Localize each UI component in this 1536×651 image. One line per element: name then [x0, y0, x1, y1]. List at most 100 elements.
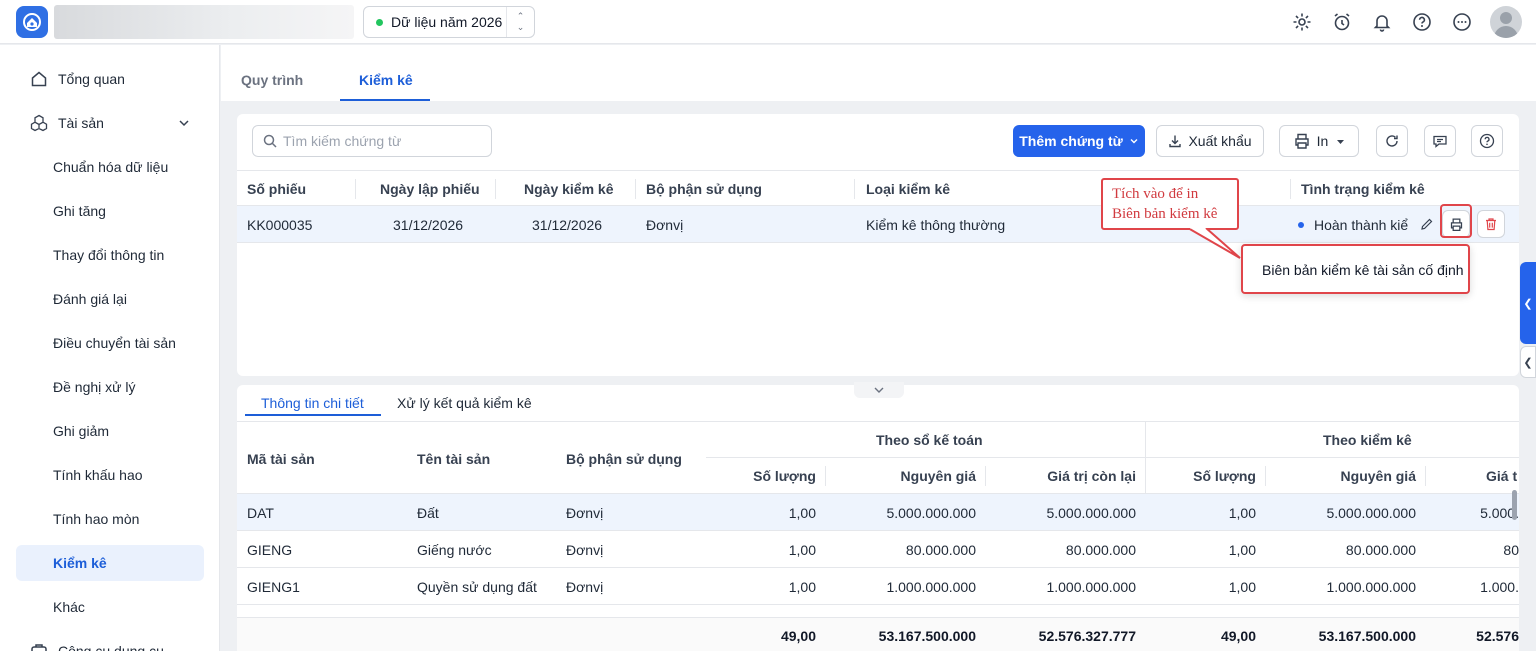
print-button-highlight [1440, 204, 1472, 238]
cell-department: Đơnvị [566, 505, 604, 521]
tab-inventory-result[interactable]: Xử lý kết quả kiểm kê [397, 395, 532, 411]
assets-icon [30, 114, 48, 132]
sidebar-item-inventory[interactable]: Kiểm kê [16, 545, 204, 581]
sidebar-item-change-info[interactable]: Thay đổi thông tin [16, 237, 204, 273]
col-department[interactable]: Bộ phận sử dụng [566, 451, 682, 467]
sidebar-item-other[interactable]: Khác [16, 589, 204, 625]
edit-icon[interactable] [1413, 210, 1441, 238]
table-row[interactable]: GIENG1 Quyền sử dụng đất Đơnvị 1,00 1.00… [237, 568, 1519, 605]
app-logo[interactable] [16, 6, 48, 38]
sidebar-item-normalize-data[interactable]: Chuẩn hóa dữ liệu [16, 149, 204, 185]
feedback-button[interactable] [1424, 125, 1456, 157]
side-panel-toggle[interactable]: ❮ [1520, 262, 1536, 344]
column-divider [355, 179, 356, 199]
sidebar-item-label: Đề nghị xử lý [53, 379, 136, 395]
sidebar-item-label: Tổng quan [58, 71, 125, 87]
vertical-scrollbar[interactable] [1512, 490, 1517, 520]
cell-asset-code: GIENG1 [247, 579, 300, 595]
col-status[interactable]: Tình trạng kiểm kê [1301, 181, 1425, 197]
voucher-table-header: Số phiếu Ngày lập phiếu Ngày kiểm kê Bộ … [237, 170, 1519, 206]
cell-inventory-type: Kiểm kê thông thường [866, 217, 1006, 233]
col-inventory-type[interactable]: Loại kiểm kê [866, 181, 950, 197]
table-row[interactable]: DAT Đất Đơnvị 1,00 5.000.000.000 5.000.0… [237, 494, 1519, 531]
tab-detail-info[interactable]: Thông tin chi tiết [261, 395, 364, 411]
chevron-up-icon[interactable]: ⌃ [517, 11, 525, 22]
more-icon[interactable] [1450, 10, 1474, 34]
col-qty-book[interactable]: Số lượng [706, 468, 816, 484]
delete-button[interactable] [1477, 210, 1505, 238]
cell-qty-book: 1,00 [788, 542, 816, 558]
sidebar-item-decrease[interactable]: Ghi giảm [16, 413, 204, 449]
cell-qty-book: 1,00 [788, 579, 816, 595]
sidebar-item-label: Kiểm kê [53, 555, 107, 571]
sidebar-item-revaluation[interactable]: Đánh giá lại [16, 281, 204, 317]
alarm-icon[interactable] [1330, 10, 1354, 34]
sidebar-item-depreciation[interactable]: Tính khấu hao [16, 457, 204, 493]
top-bar: Dữ liệu năm 2026 ⌃ ⌄ [0, 0, 1536, 44]
chevron-down-icon [874, 387, 884, 393]
year-spinner[interactable]: ⌃ ⌄ [506, 7, 534, 37]
col-asset-name[interactable]: Tên tài sản [417, 451, 490, 467]
panel-collapse-handle[interactable] [854, 382, 904, 398]
sidebar-item-label: Khác [53, 599, 85, 615]
export-button[interactable]: Xuất khẩu [1156, 125, 1264, 157]
chevron-down-icon[interactable]: ⌄ [517, 22, 525, 33]
tab-inventory[interactable]: Kiểm kê [359, 72, 413, 88]
table-row[interactable]: GIENG Giếng nước Đơnvị 1,00 80.000.000 8… [237, 531, 1519, 568]
cell-department: Đơnvị [566, 579, 604, 595]
column-divider [635, 179, 636, 199]
table-row[interactable]: KK000035 31/12/2026 31/12/2026 Đơnvị Kiể… [237, 206, 1519, 243]
cell-asset-code: GIENG [247, 542, 293, 558]
side-panel-collapse[interactable]: ❮ [1520, 346, 1536, 378]
col-cost-book[interactable]: Nguyên giá [826, 468, 976, 484]
total-cost-book: 53.167.500.000 [878, 628, 976, 644]
year-select[interactable]: Dữ liệu năm 2026 ⌃ ⌄ [363, 6, 535, 38]
col-cost-count[interactable]: Nguyên giá [1266, 468, 1416, 484]
help-button[interactable] [1471, 125, 1503, 157]
bell-icon[interactable] [1370, 10, 1394, 34]
tools-icon [30, 642, 48, 651]
column-divider [985, 466, 986, 486]
col-remaining-book[interactable]: Giá trị còn lại [986, 468, 1136, 484]
cell-inventory-date: 31/12/2026 [532, 217, 603, 233]
avatar[interactable] [1490, 6, 1522, 38]
add-voucher-button[interactable]: Thêm chứng từ [1013, 125, 1145, 157]
col-qty-count[interactable]: Số lượng [1146, 468, 1256, 484]
sidebar-item-increase[interactable]: Ghi tăng [16, 193, 204, 229]
cell-cost-count: 1.000.000.000 [1326, 579, 1416, 595]
help-icon[interactable] [1410, 10, 1434, 34]
column-divider [495, 179, 496, 199]
chevron-down-icon [1129, 136, 1139, 146]
menu-item-fixed-asset-inventory-report[interactable]: Biên bản kiểm kê tài sản cố định [1262, 262, 1464, 278]
col-created-date[interactable]: Ngày lập phiếu [380, 181, 480, 197]
gear-icon[interactable] [1290, 10, 1314, 34]
col-asset-code[interactable]: Mã tài sản [247, 451, 315, 467]
sidebar-item-assets[interactable]: Tài sản [16, 105, 204, 141]
col-department[interactable]: Bộ phận sử dụng [646, 181, 762, 197]
print-button[interactable]: In [1279, 125, 1359, 157]
chevron-down-icon [178, 116, 190, 132]
refresh-icon [1384, 133, 1400, 149]
search-input[interactable]: Tìm kiếm chứng từ [252, 125, 492, 157]
col-inventory-date[interactable]: Ngày kiểm kê [524, 181, 614, 197]
sidebar-item-transfer[interactable]: Điều chuyển tài sản [16, 325, 204, 361]
callout-line-1: Tích vào để in [1112, 186, 1199, 202]
column-divider [825, 466, 826, 486]
sidebar-item-label: Ghi tăng [53, 203, 106, 219]
sidebar-item-disposal-request[interactable]: Đề nghị xử lý [16, 369, 204, 405]
cell-asset-name: Quyền sử dụng đất [417, 579, 537, 595]
search-icon [263, 134, 277, 148]
sidebar-item-amortization[interactable]: Tính hao mòn [16, 501, 204, 537]
col-remaining-count[interactable]: Giá t [1486, 468, 1517, 484]
sidebar-item-tools[interactable]: Công cụ dụng cụ [16, 633, 204, 651]
col-voucher-no[interactable]: Số phiếu [247, 181, 306, 197]
tab-process[interactable]: Quy trình [241, 72, 303, 88]
download-icon [1168, 134, 1182, 148]
sidebar-item-overview[interactable]: Tổng quan [16, 61, 204, 97]
sidebar-item-label: Thay đổi thông tin [53, 247, 165, 263]
cell-asset-code: DAT [247, 505, 274, 521]
refresh-button[interactable] [1376, 125, 1408, 157]
cell-qty-count: 1,00 [1228, 505, 1256, 521]
cell-department: Đơnvị [566, 542, 604, 558]
cell-cost-book: 5.000.000.000 [886, 505, 976, 521]
